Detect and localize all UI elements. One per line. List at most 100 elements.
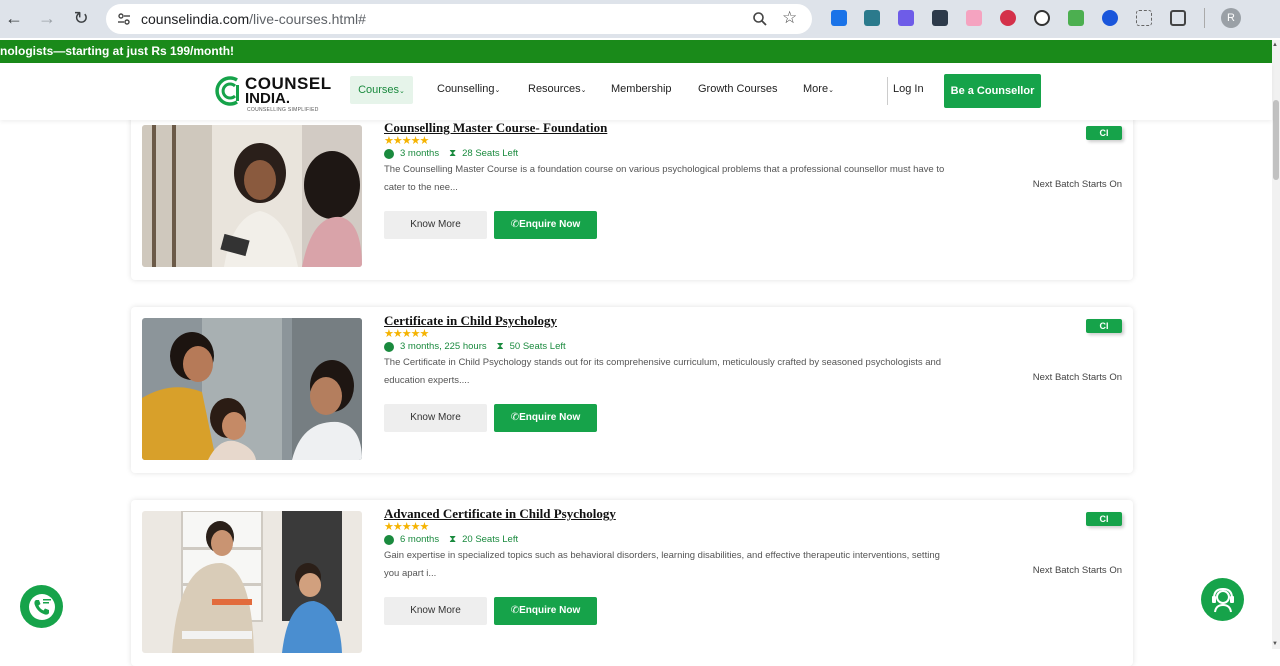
scroll-down-arrow-icon[interactable]: ▼ [1272,641,1278,647]
nav-more-label: More [803,83,829,95]
enquire-now-button[interactable]: ✆Enquire Now [494,404,597,432]
rating-stars-icon: ★★★★★ [384,135,429,147]
url-path: /live-courses.html# [249,11,366,27]
course-badge: CI [1086,512,1122,526]
seats-left: 20 Seats Left [462,534,519,545]
site-logo[interactable]: COUNSEL INDIA. COUNSELLING SIMPLIFIED [215,74,331,114]
nav-growth-courses[interactable]: Growth Courses [698,83,777,95]
reload-icon[interactable]: ↻ [70,7,92,29]
enquire-now-button[interactable]: ✆Enquire Now [494,597,597,625]
phone-icon: ✆ [510,605,520,616]
nav-resources[interactable]: Resources⌄ [528,83,586,95]
extension-copyright-icon[interactable] [1034,10,1050,26]
course-card: Counselling Master Course- Foundation ★★… [131,114,1133,280]
seats-left: 28 Seats Left [462,148,519,159]
nav-courses-label: Courses [358,84,400,96]
bookmark-star-icon[interactable]: ☆ [782,8,797,28]
nav-membership[interactable]: Membership [611,83,672,95]
course-badge: CI [1086,319,1122,333]
extension-checkbox-icon[interactable] [831,10,847,26]
hourglass-icon: ⧗ [496,341,504,352]
extension-chat-icon[interactable] [1068,10,1084,26]
clock-icon [384,341,394,352]
extension-cast-icon[interactable] [1136,10,1152,26]
nav-resources-label: Resources [528,83,581,95]
site-header: COUNSEL INDIA. COUNSELLING SIMPLIFIED Co… [0,63,1272,120]
know-more-button[interactable]: Know More [384,597,487,625]
course-duration: 3 months [400,148,440,159]
profile-avatar[interactable]: R [1221,8,1241,28]
enquire-now-button[interactable]: ✆Enquire Now [494,211,597,239]
clock-icon [384,148,394,159]
course-image[interactable] [142,511,362,653]
course-description: Gain expertise in specialized topics suc… [384,550,940,579]
clock-icon [384,534,394,545]
address-bar[interactable]: counselindia.com/live-courses.html# ☆ [106,4,812,34]
enquire-label: Enquire Now [519,219,581,230]
course-description: The Certificate in Child Psychology stan… [384,357,942,386]
scroll-up-arrow-icon[interactable]: ▲ [1272,42,1278,48]
extension-camera-icon[interactable] [966,10,982,26]
course-meta: 6 months ⧗ 20 Seats Left [384,534,518,545]
chevron-down-icon: ⌄ [828,87,834,94]
hourglass-icon: ⧗ [449,534,457,545]
next-batch-label: Next Batch Starts On [1032,372,1122,383]
extension-p-icon[interactable] [1102,10,1118,26]
nav-counselling[interactable]: Counselling⌄ [437,83,500,95]
extension-clapper-icon[interactable] [932,10,948,26]
phone-chat-icon [28,593,55,620]
rating-stars-icon: ★★★★★ [384,521,429,533]
extension-grid-icon[interactable] [864,10,880,26]
forward-icon[interactable]: → [36,7,58,29]
promo-text: nologists—starting at just Rs 199/month! [0,44,235,58]
course-duration: 6 months [400,534,440,545]
url-domain: counselindia.com [141,11,250,27]
extension-heart-icon[interactable] [1000,10,1016,26]
enquire-label: Enquire Now [519,412,581,423]
back-icon[interactable]: ← [3,7,25,29]
promo-banner[interactable]: nologists—starting at just Rs 199/month! [0,40,1272,63]
know-more-button[interactable]: Know More [384,404,487,432]
scroll-thumb[interactable] [1273,100,1279,180]
course-badge: CI [1086,126,1122,140]
login-link[interactable]: Log In [893,83,924,95]
next-batch-label: Next Batch Starts On [1032,565,1122,576]
extensions-puzzle-icon[interactable] [1170,10,1186,26]
course-image[interactable] [142,125,362,267]
page-scrollbar[interactable]: ▲ ▼ [1272,40,1280,649]
hourglass-icon: ⧗ [449,148,457,159]
course-image[interactable] [142,318,362,460]
zoom-icon[interactable] [752,11,768,27]
enquire-label: Enquire Now [519,605,581,616]
chevron-down-icon: ⌄ [494,87,501,94]
rating-stars-icon: ★★★★★ [384,328,429,340]
browser-toolbar: ← → ↻ counselindia.com/live-courses.html… [0,0,1280,38]
course-card: Certificate in Child Psychology ★★★★★ 3 … [131,307,1133,473]
be-a-counsellor-button[interactable]: Be a Counsellor [944,74,1041,108]
nav-courses[interactable]: Courses⌄ [350,76,413,104]
floating-support-button[interactable] [1201,578,1244,621]
chevron-down-icon: ⌄ [580,87,587,94]
seats-left: 50 Seats Left [509,341,566,352]
toolbar-divider [1204,8,1205,28]
course-meta: 3 months, 225 hours ⧗ 50 Seats Left [384,341,566,352]
phone-icon: ✆ [510,412,520,423]
course-meta: 3 months ⧗ 28 Seats Left [384,148,518,159]
extension-d-icon[interactable] [898,10,914,26]
nav-counselling-label: Counselling [437,83,495,95]
course-card: Advanced Certificate in Child Psychology… [131,500,1133,666]
phone-icon: ✆ [510,219,520,230]
header-divider [887,77,888,105]
url-text: counselindia.com/live-courses.html# [141,11,366,27]
support-agent-icon [1211,587,1234,612]
floating-call-button[interactable] [20,585,63,628]
course-description: The Counselling Master Course is a found… [384,164,945,193]
logo-text-india: INDIA. [245,90,290,107]
next-batch-label: Next Batch Starts On [1032,179,1122,190]
know-more-button[interactable]: Know More [384,211,487,239]
nav-more[interactable]: More⌄ [803,83,834,95]
chevron-down-icon: ⌄ [399,88,405,95]
site-info-icon[interactable] [117,12,131,26]
logo-tagline: COUNSELLING SIMPLIFIED [247,107,319,113]
course-duration: 3 months, 225 hours [400,341,487,352]
